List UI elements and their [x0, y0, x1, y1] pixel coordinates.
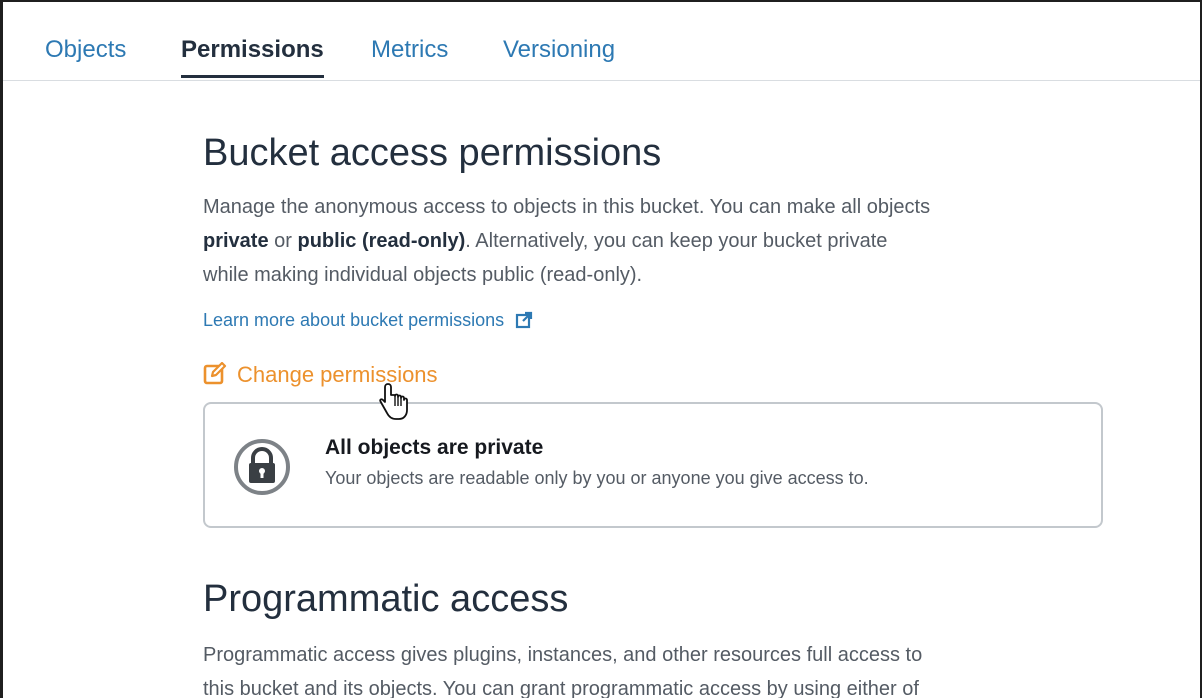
tab-metrics[interactable]: Metrics [371, 36, 448, 64]
app-window: Objects Permissions Metrics Versioning B… [0, 0, 1202, 698]
status-description: Your objects are readable only by you or… [325, 468, 869, 488]
learn-more-link[interactable]: Learn more about bucket permissions [203, 310, 533, 334]
programmatic-access-heading: Programmatic access [203, 578, 569, 620]
description-line3: while making individual objects public (… [203, 264, 643, 286]
external-link-icon [515, 311, 533, 334]
description-line2: . Alternatively, you can keep your bucke… [465, 230, 888, 252]
permission-status-card: All objects are private Your objects are… [203, 402, 1103, 528]
lock-icon [233, 438, 291, 501]
programmatic-line2: this bucket and its objects. You can gra… [203, 678, 919, 698]
public-emphasis: public (read-only) [297, 230, 466, 252]
bucket-access-heading: Bucket access permissions [203, 132, 662, 174]
edit-icon [203, 361, 227, 392]
tab-bar: Objects Permissions Metrics Versioning [3, 2, 1200, 81]
private-emphasis: private [203, 230, 269, 252]
or-text: or [268, 230, 298, 252]
hand-pointer-cursor-icon [379, 382, 409, 427]
learn-more-label: Learn more about bucket permissions [203, 310, 505, 330]
tab-permissions[interactable]: Permissions [181, 36, 324, 78]
status-title: All objects are private [325, 436, 544, 459]
tab-versioning[interactable]: Versioning [503, 36, 615, 64]
tab-objects[interactable]: Objects [45, 36, 126, 64]
programmatic-access-description: Programmatic access gives plugins, insta… [203, 638, 1103, 698]
programmatic-line1: Programmatic access gives plugins, insta… [203, 644, 923, 666]
bucket-access-description: Manage the anonymous access to objects i… [203, 190, 1103, 292]
description-line1: Manage the anonymous access to objects i… [203, 196, 931, 218]
